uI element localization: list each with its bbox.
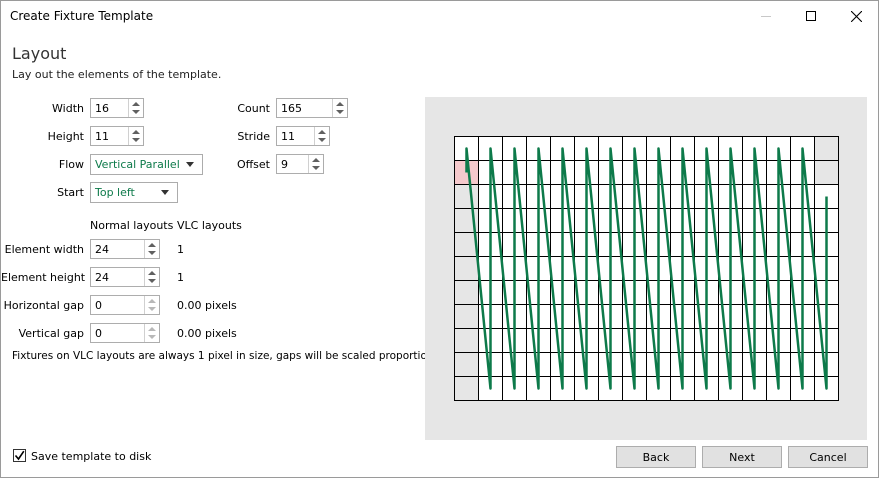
spin-up-icon	[336, 102, 344, 106]
spin-up-icon	[132, 102, 140, 106]
element-height-vlc: 1	[177, 271, 184, 284]
fixture-cell	[454, 352, 479, 377]
spin-down-icon	[132, 110, 140, 114]
maximize-icon	[806, 11, 816, 21]
fixture-cell	[454, 328, 479, 353]
spin-down-icon	[132, 138, 140, 142]
stride-spinbox[interactable]: 11	[276, 126, 330, 146]
height-spin-arrows[interactable]	[128, 127, 143, 145]
minimize-icon	[761, 16, 771, 17]
vlc-note: Fixtures on VLC layouts are always 1 pix…	[12, 350, 460, 362]
offset-spinbox[interactable]: 9	[276, 154, 324, 174]
page-title: Layout	[12, 44, 67, 63]
horizontal-gap-label: Horizontal gap	[3, 299, 84, 312]
element-width-spinbox[interactable]: 24	[90, 239, 160, 259]
cancel-button[interactable]: Cancel	[788, 446, 868, 468]
horizontal-gap-value: 0	[95, 299, 102, 312]
flow-value: Vertical Parallel	[95, 158, 180, 171]
height-value: 11	[95, 130, 109, 143]
minimize-button[interactable]	[743, 1, 789, 31]
chevron-down-icon	[186, 162, 194, 167]
fixture-cell	[454, 280, 479, 305]
close-icon	[850, 10, 862, 22]
next-button[interactable]: Next	[702, 446, 782, 468]
height-label: Height	[47, 130, 84, 143]
fixture-cell	[814, 160, 839, 185]
spin-down-icon	[318, 138, 326, 142]
save-template-label: Save template to disk	[31, 450, 152, 463]
start-value: Top left	[95, 186, 135, 199]
width-spin-arrows[interactable]	[128, 99, 143, 117]
element-width-spin-arrows[interactable]	[144, 240, 159, 258]
spin-down-icon	[148, 251, 156, 255]
page-subtitle: Lay out the elements of the template.	[12, 68, 222, 81]
stride-value: 11	[281, 130, 295, 143]
flow-select[interactable]: Vertical Parallel	[90, 154, 203, 175]
title-bar: Create Fixture Template	[1, 1, 878, 31]
width-value: 16	[95, 102, 109, 115]
flow-label: Flow	[58, 158, 84, 171]
count-label: Count	[237, 102, 270, 115]
fixture-cell	[454, 256, 479, 281]
fixture-cell	[454, 376, 479, 401]
element-width-label: Element width	[4, 243, 84, 256]
spin-down-icon	[148, 307, 156, 311]
height-spinbox[interactable]: 11	[90, 126, 144, 146]
spin-up-icon	[132, 130, 140, 134]
chevron-down-icon	[161, 190, 169, 195]
element-height-spin-arrows[interactable]	[144, 268, 159, 286]
element-width-vlc: 1	[177, 243, 184, 256]
normal-layouts-header: Normal layouts	[90, 219, 174, 232]
element-height-spinbox[interactable]: 24	[90, 267, 160, 287]
vertical-gap-vlc: 0.00 pixels	[177, 327, 237, 340]
save-template-checkbox[interactable]	[13, 449, 26, 462]
spin-down-icon	[312, 166, 320, 170]
count-spinbox[interactable]: 165	[276, 98, 348, 118]
maximize-button[interactable]	[788, 1, 834, 31]
width-spinbox[interactable]: 16	[90, 98, 144, 118]
spin-up-icon	[148, 327, 156, 331]
fixture-cell	[454, 184, 479, 209]
start-label: Start	[57, 186, 84, 199]
dialog-window: Create Fixture Template Layout Lay out t…	[0, 0, 879, 478]
element-width-value: 24	[95, 243, 109, 256]
back-button[interactable]: Back	[616, 446, 696, 468]
spin-down-icon	[148, 335, 156, 339]
checkmark-icon	[14, 450, 25, 461]
spin-up-icon	[318, 130, 326, 134]
start-select[interactable]: Top left	[90, 182, 178, 203]
close-button[interactable]	[833, 1, 879, 31]
spin-down-icon	[336, 110, 344, 114]
offset-value: 9	[281, 158, 288, 171]
element-height-value: 24	[95, 271, 109, 284]
horizontal-gap-spin-arrows[interactable]	[144, 296, 159, 314]
width-label: Width	[52, 102, 84, 115]
spin-up-icon	[148, 243, 156, 247]
layout-preview-canvas	[454, 136, 839, 401]
offset-spin-arrows[interactable]	[308, 155, 323, 173]
element-height-label: Element height	[1, 271, 86, 284]
vlc-layouts-header: VLC layouts	[177, 219, 242, 232]
stride-label: Stride	[237, 130, 270, 143]
spin-up-icon	[148, 271, 156, 275]
vertical-gap-spin-arrows[interactable]	[144, 324, 159, 342]
fixture-cell	[814, 136, 839, 161]
layout-preview	[425, 97, 867, 440]
spin-up-icon	[312, 158, 320, 162]
horizontal-gap-spinbox[interactable]: 0	[90, 295, 160, 315]
count-value: 165	[281, 102, 302, 115]
vertical-gap-spinbox[interactable]: 0	[90, 323, 160, 343]
spin-down-icon	[148, 279, 156, 283]
fixture-cell	[454, 304, 479, 329]
vertical-gap-label: Vertical gap	[18, 327, 84, 340]
horizontal-gap-vlc: 0.00 pixels	[177, 299, 237, 312]
stride-spin-arrows[interactable]	[314, 127, 329, 145]
count-spin-arrows[interactable]	[332, 99, 347, 117]
vertical-gap-value: 0	[95, 327, 102, 340]
spin-up-icon	[148, 299, 156, 303]
offset-label: Offset	[236, 158, 270, 171]
window-title: Create Fixture Template	[10, 9, 154, 23]
